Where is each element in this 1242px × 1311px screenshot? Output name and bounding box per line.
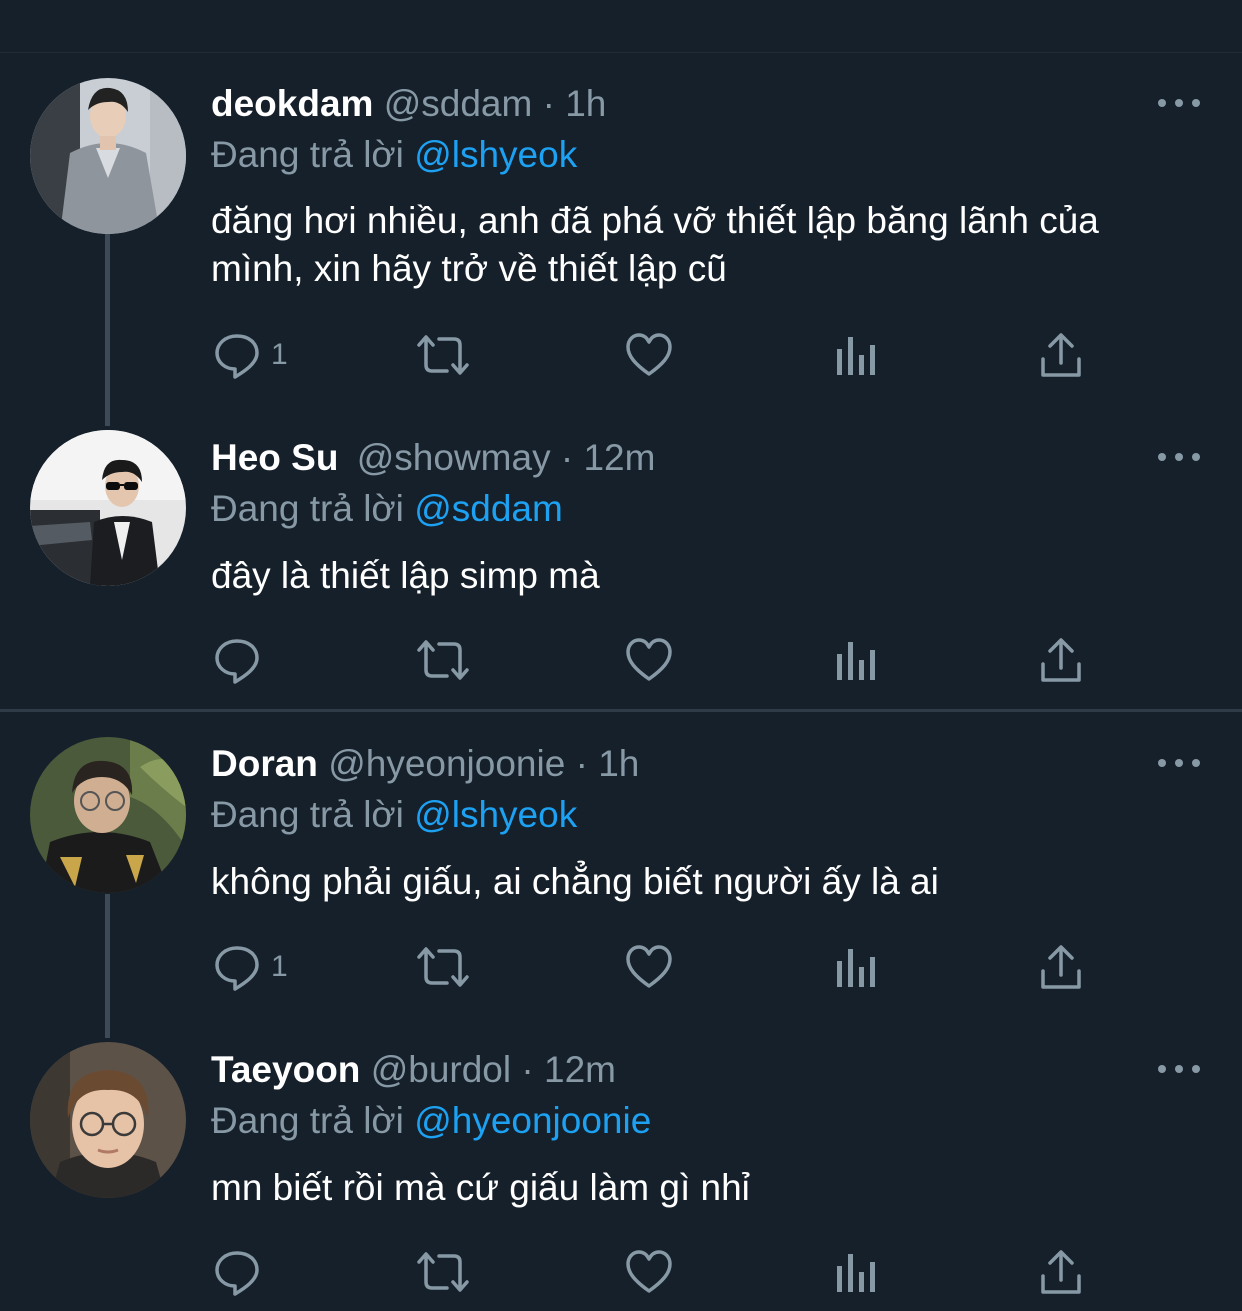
reply-count: 1 — [271, 338, 288, 371]
mention-link[interactable]: @lshyeok — [414, 794, 577, 835]
replying-to-label: Đang trả lời — [211, 794, 404, 835]
reply-icon — [213, 636, 261, 684]
thread-line — [105, 234, 110, 426]
replying-to-label: Đang trả lời — [211, 134, 404, 175]
display-name[interactable]: Taeyoon — [211, 1049, 360, 1090]
tweet-text: mn biết rồi mà cứ giấu làm gì nhỉ — [211, 1167, 750, 1208]
more-icon[interactable] — [1158, 1062, 1200, 1076]
reply-button[interactable]: 1 — [213, 940, 288, 994]
like-icon — [625, 636, 673, 684]
tweet-text: không phải giấu, ai chẳng biết người ấy … — [211, 861, 939, 902]
retweet-button[interactable] — [415, 1245, 471, 1299]
analytics-button[interactable] — [835, 1245, 877, 1299]
share-icon — [1039, 636, 1083, 684]
reply-button[interactable] — [213, 1245, 271, 1299]
reply-button[interactable] — [213, 633, 271, 687]
separator: · — [560, 437, 574, 478]
avatar[interactable] — [30, 1042, 186, 1198]
replying-to-label: Đang trả lời — [211, 488, 404, 529]
analytics-button[interactable] — [835, 940, 877, 994]
like-button[interactable] — [625, 940, 673, 994]
separator: · — [521, 1049, 534, 1090]
analytics-icon — [835, 331, 877, 379]
like-button[interactable] — [625, 1245, 673, 1299]
avatar[interactable] — [30, 737, 186, 893]
share-button[interactable] — [1039, 1245, 1083, 1299]
retweet-icon — [415, 331, 471, 379]
analytics-button[interactable] — [835, 328, 877, 382]
user-handle[interactable]: @showmay — [357, 437, 551, 478]
reply-icon — [213, 331, 261, 379]
mention-link[interactable]: @sddam — [414, 488, 563, 529]
share-button[interactable] — [1039, 328, 1083, 382]
share-button[interactable] — [1039, 940, 1083, 994]
user-handle[interactable]: @burdol — [371, 1049, 511, 1090]
timestamp[interactable]: 1h — [565, 83, 606, 124]
thread-line — [105, 894, 110, 1038]
analytics-icon — [835, 636, 877, 684]
avatar[interactable] — [30, 78, 186, 234]
share-icon — [1039, 331, 1083, 379]
analytics-button[interactable] — [835, 633, 877, 687]
more-icon[interactable] — [1158, 756, 1200, 770]
tweet-text: đăng hơi nhiều, anh đã phá vỡ thiết lập … — [211, 200, 1099, 289]
share-icon — [1039, 1248, 1083, 1296]
like-icon — [625, 943, 673, 991]
like-icon — [625, 1248, 673, 1296]
display-name[interactable]: deokdam — [211, 83, 373, 124]
share-button[interactable] — [1039, 633, 1083, 687]
mention-link[interactable]: @hyeonjoonie — [414, 1100, 651, 1141]
more-icon[interactable] — [1158, 96, 1200, 110]
reply-button[interactable]: 1 — [213, 328, 288, 382]
top-bar — [0, 0, 1242, 53]
reply-icon — [213, 1248, 261, 1296]
reply-icon — [213, 943, 261, 991]
retweet-icon — [415, 1248, 471, 1296]
separator: · — [575, 743, 588, 784]
timestamp[interactable]: 12m — [544, 1049, 616, 1090]
retweet-button[interactable] — [415, 328, 471, 382]
avatar[interactable] — [30, 430, 186, 586]
replying-to-label: Đang trả lời — [211, 1100, 404, 1141]
display-name[interactable]: Heo Su — [211, 437, 338, 478]
timestamp[interactable]: 1h — [598, 743, 639, 784]
more-icon[interactable] — [1158, 450, 1200, 464]
user-handle[interactable]: @hyeonjoonie — [328, 743, 565, 784]
analytics-icon — [835, 1248, 877, 1296]
like-button[interactable] — [625, 328, 673, 382]
thread-divider — [0, 709, 1242, 712]
retweet-icon — [415, 636, 471, 684]
user-handle[interactable]: @sddam — [384, 83, 533, 124]
retweet-icon — [415, 943, 471, 991]
like-button[interactable] — [625, 633, 673, 687]
share-icon — [1039, 943, 1083, 991]
retweet-button[interactable] — [415, 940, 471, 994]
reply-count: 1 — [271, 950, 288, 983]
display-name[interactable]: Doran — [211, 743, 318, 784]
separator: · — [542, 83, 555, 124]
retweet-button[interactable] — [415, 633, 471, 687]
like-icon — [625, 331, 673, 379]
analytics-icon — [835, 943, 877, 991]
tweet-text: đây là thiết lập simp mà — [211, 555, 600, 596]
mention-link[interactable]: @lshyeok — [414, 134, 577, 175]
timestamp[interactable]: 12m — [583, 437, 655, 478]
